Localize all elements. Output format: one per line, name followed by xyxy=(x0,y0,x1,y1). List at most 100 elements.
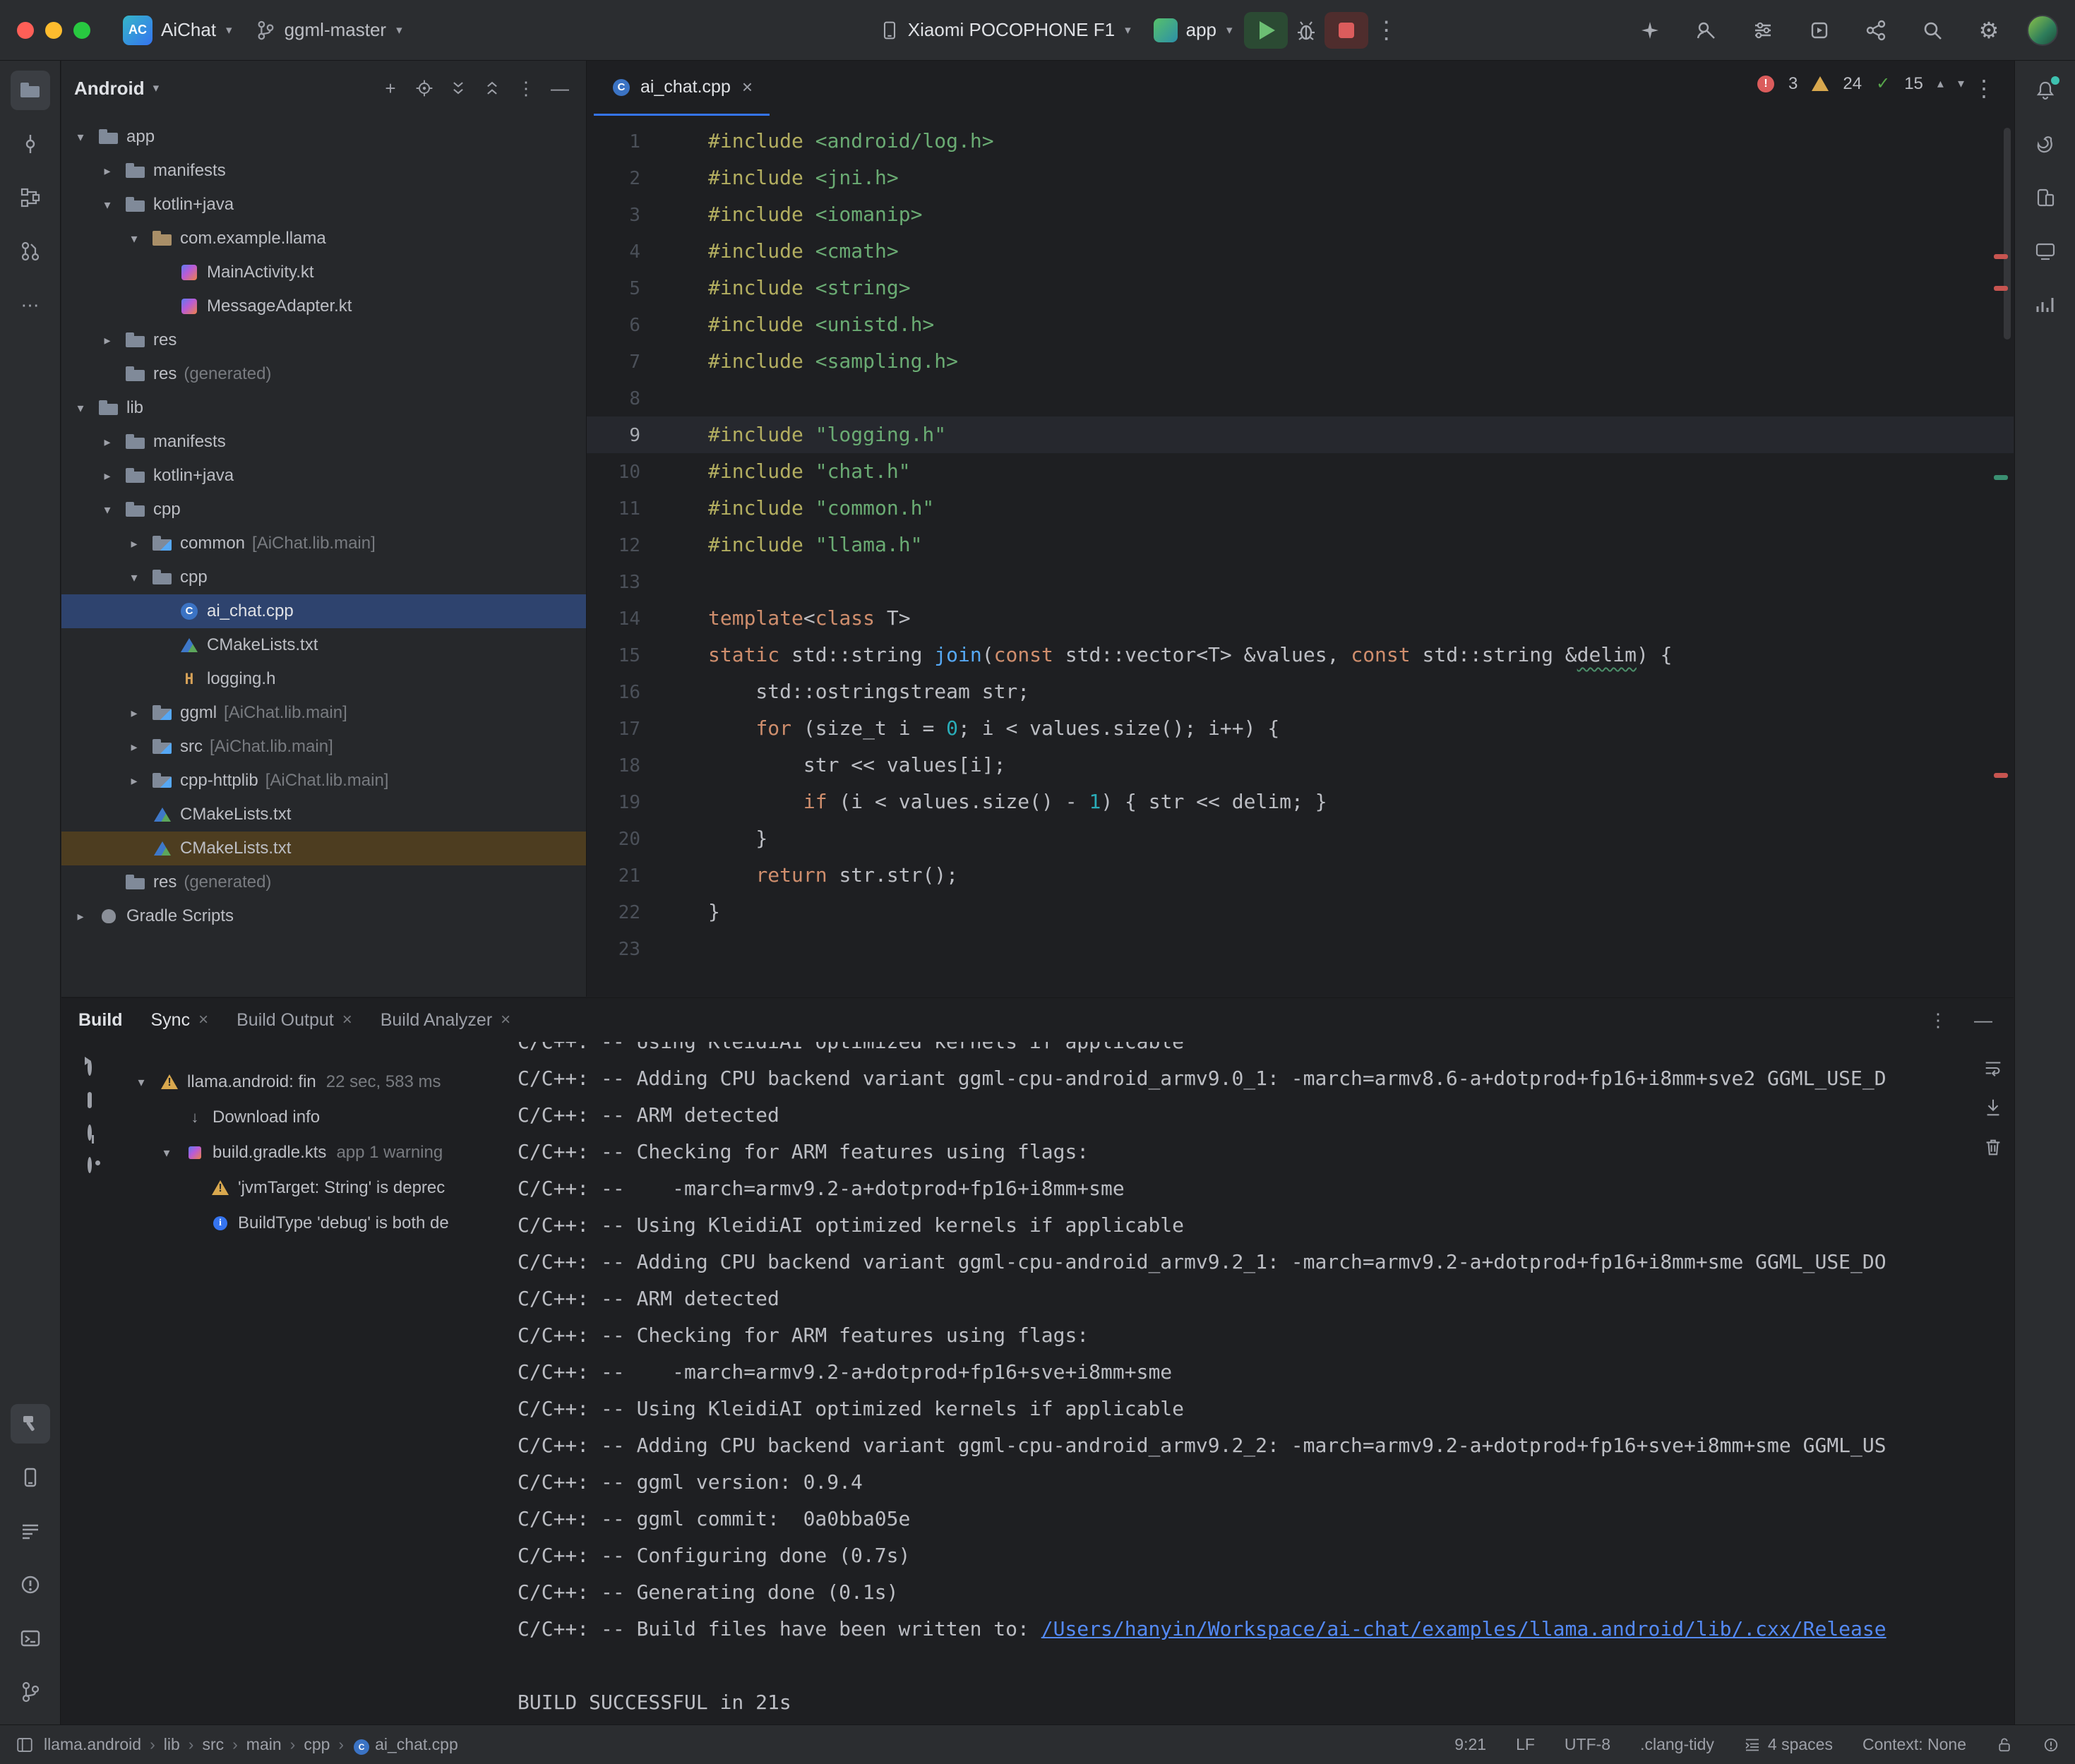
code-line-4[interactable]: 4#include <cmath> xyxy=(587,233,2014,270)
settings-button[interactable]: ⚙ xyxy=(1971,12,2007,49)
code-line-14[interactable]: 14template<class T> xyxy=(587,600,2014,637)
device-selector[interactable]: Xiaomi POCOPHONE F1 ▾ xyxy=(868,9,1142,52)
minimize-window-button[interactable] xyxy=(45,22,62,39)
tree-item-cpp-httplib[interactable]: ▸cpp-httplib[AiChat.lib.main] xyxy=(61,764,586,798)
code-line-18[interactable]: 18 str << values[i]; xyxy=(587,747,2014,784)
code-line-19[interactable]: 19 if (i < values.size() - 1) { str << d… xyxy=(587,784,2014,820)
next-problem-icon[interactable]: ▾ xyxy=(1958,76,1964,91)
chevron-down-icon[interactable]: ▾ xyxy=(70,130,91,145)
context-selector[interactable]: Context: None xyxy=(1862,1735,1966,1754)
logcat-tool-button[interactable] xyxy=(11,1511,50,1551)
run-button[interactable] xyxy=(1244,12,1288,49)
tree-item-cmakelists-txt[interactable]: CMakeLists.txt xyxy=(61,798,586,832)
chevron-right-icon[interactable]: ▸ xyxy=(124,536,145,551)
code-line-16[interactable]: 16 std::ostringstream str; xyxy=(587,673,2014,710)
pin-icon[interactable] xyxy=(88,1127,92,1139)
build-console[interactable]: C/C++: -- Using KleidiAI optimized kerne… xyxy=(505,1042,2014,1724)
build-panel-options-icon[interactable]: ⋮ xyxy=(1925,1007,1951,1033)
tab-options-icon[interactable]: ⋮ xyxy=(1973,75,2007,102)
breadcrumb-lib[interactable]: lib xyxy=(164,1735,180,1753)
code-line-3[interactable]: 3#include <iomanip> xyxy=(587,196,2014,233)
tree-item-res[interactable]: res(generated) xyxy=(61,357,586,391)
tree-item-app[interactable]: ▾app xyxy=(61,120,586,154)
hide-panel-icon[interactable]: — xyxy=(546,75,573,102)
rerun-build-icon[interactable] xyxy=(88,1062,92,1074)
commit-tool-button[interactable] xyxy=(11,124,50,164)
close-tab-icon[interactable]: × xyxy=(198,1010,208,1030)
chevron-down-icon[interactable]: ▾ xyxy=(156,1146,177,1160)
project-selector[interactable]: AC AiChat ▾ xyxy=(112,9,244,52)
chevron-down-icon[interactable]: ▾ xyxy=(124,570,145,585)
code-line-5[interactable]: 5#include <string> xyxy=(587,270,2014,306)
close-window-button[interactable] xyxy=(17,22,34,39)
tree-item-com-example-llama[interactable]: ▾com.example.llama xyxy=(61,222,586,256)
structure-tool-button[interactable] xyxy=(11,178,50,217)
more-run-actions-button[interactable]: ⋮ xyxy=(1368,12,1405,49)
tree-item-manifests[interactable]: ▸manifests xyxy=(61,154,586,188)
error-stripe-mark[interactable] xyxy=(1994,254,2008,259)
chevron-down-icon[interactable]: ▾ xyxy=(124,232,145,246)
maximize-window-button[interactable] xyxy=(73,22,90,39)
code-line-15[interactable]: 15static std::string join(const std::vec… xyxy=(587,637,2014,673)
panel-options-icon[interactable]: ⋮ xyxy=(513,75,539,102)
tool-window-layout-icon[interactable] xyxy=(16,1736,34,1754)
breadcrumb-main[interactable]: main xyxy=(246,1735,282,1753)
build-tree-item-build-gradle-kts[interactable]: ▾build.gradle.ktsapp 1 warning xyxy=(118,1135,505,1170)
build-tab-build-analyzer[interactable]: Build Analyzer× xyxy=(381,1010,510,1031)
chevron-right-icon[interactable]: ▸ xyxy=(124,740,145,755)
change-stripe-mark[interactable] xyxy=(1994,475,2008,480)
chevron-right-icon[interactable]: ▸ xyxy=(97,469,118,484)
chevron-right-icon[interactable]: ▸ xyxy=(124,706,145,721)
hide-build-panel-icon[interactable]: — xyxy=(1970,1007,1997,1033)
build-tab-sync[interactable]: Sync× xyxy=(151,1010,209,1031)
build-tree-item-llama-android-fin[interactable]: ▾llama.android: fin22 sec, 583 ms xyxy=(118,1064,505,1100)
chevron-right-icon[interactable]: ▸ xyxy=(70,909,91,924)
project-view-selector[interactable]: Android xyxy=(74,78,145,100)
breadcrumb-llama-android[interactable]: llama.android xyxy=(44,1735,141,1753)
close-tab-icon[interactable]: × xyxy=(342,1010,352,1030)
prev-problem-icon[interactable]: ▴ xyxy=(1937,76,1944,91)
running-devices-tool-button[interactable] xyxy=(2026,232,2065,271)
stop-build-icon[interactable] xyxy=(88,1094,92,1107)
code-line-6[interactable]: 6#include <unistd.h> xyxy=(587,306,2014,343)
share-project-button[interactable] xyxy=(1858,12,1894,49)
chevron-right-icon[interactable]: ▸ xyxy=(124,774,145,788)
tree-item-gradle-scripts[interactable]: ▸Gradle Scripts xyxy=(61,899,586,933)
gradle-tool-button[interactable] xyxy=(2026,124,2065,164)
indent-config[interactable]: 4 spaces xyxy=(1744,1735,1833,1754)
tree-item-mainactivity-kt[interactable]: MainActivity.kt xyxy=(61,256,586,289)
tree-item-res[interactable]: ▸res xyxy=(61,323,586,357)
chevron-down-icon[interactable]: ▾ xyxy=(97,503,118,517)
chevron-down-icon[interactable]: ▾ xyxy=(131,1075,152,1090)
scroll-to-end-icon[interactable] xyxy=(1983,1097,2004,1118)
code-line-7[interactable]: 7#include <sampling.h> xyxy=(587,343,2014,380)
editor-tab-ai-chat-cpp[interactable]: ai_chat.cpp × xyxy=(594,61,770,116)
tree-item-logging-h[interactable]: logging.h xyxy=(61,662,586,696)
file-encoding[interactable]: UTF-8 xyxy=(1565,1735,1610,1754)
clang-tidy-status[interactable]: .clang-tidy xyxy=(1640,1735,1714,1754)
error-stripe-mark[interactable] xyxy=(1994,286,2008,291)
debug-tools-button[interactable] xyxy=(1801,12,1838,49)
chevron-down-icon[interactable]: ▾ xyxy=(97,198,118,212)
tree-item-cmakelists-txt[interactable]: CMakeLists.txt xyxy=(61,832,586,865)
tree-item-ggml[interactable]: ▸ggml[AiChat.lib.main] xyxy=(61,696,586,730)
terminal-tool-button[interactable] xyxy=(11,1619,50,1658)
tree-item-cpp[interactable]: ▾cpp xyxy=(61,560,586,594)
inspections-widget[interactable]: ! 3 24 ✓ 15 ▴ ▾ xyxy=(1750,72,1971,95)
chevron-right-icon[interactable]: ▸ xyxy=(97,333,118,348)
lock-button[interactable] xyxy=(1996,1736,2013,1753)
version-control-tool-button[interactable] xyxy=(11,1672,50,1712)
chevron-right-icon[interactable]: ▸ xyxy=(97,164,118,179)
code-tools-button[interactable] xyxy=(1632,12,1668,49)
stop-button[interactable] xyxy=(1324,12,1368,49)
code-line-22[interactable]: 22} xyxy=(587,894,2014,930)
project-tool-button[interactable] xyxy=(11,71,50,110)
debug-button[interactable] xyxy=(1288,12,1324,49)
chevron-down-icon[interactable]: ▾ xyxy=(70,401,91,416)
breadcrumb-cpp[interactable]: cpp xyxy=(304,1735,330,1753)
tree-item-kotlin-java[interactable]: ▸kotlin+java xyxy=(61,459,586,493)
error-stripe-mark[interactable] xyxy=(1994,773,2008,778)
run-config-selector[interactable]: app ▾ xyxy=(1142,9,1244,52)
search-actions-button[interactable] xyxy=(1688,12,1725,49)
close-tab-icon[interactable]: × xyxy=(742,76,753,98)
